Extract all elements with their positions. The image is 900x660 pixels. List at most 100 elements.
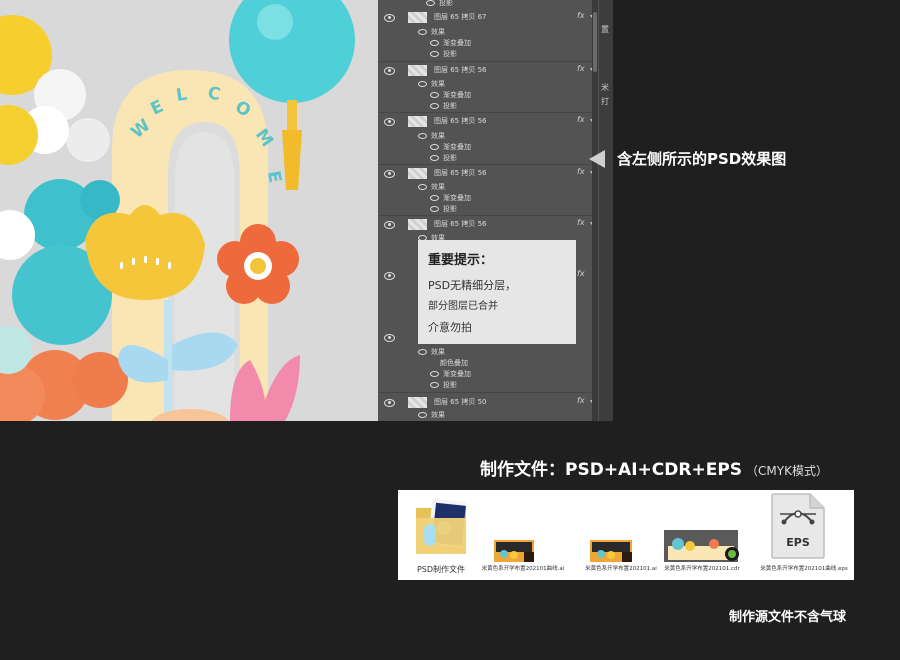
layer-thumbnail — [408, 65, 427, 76]
no-balloon-note: 制作源文件不含气球 — [729, 610, 847, 625]
visibility-icon[interactable] — [430, 144, 439, 150]
effect-row[interactable]: 效果 — [418, 131, 445, 142]
effect-row[interactable]: 颜色叠加 — [440, 358, 468, 369]
file-label: PSD制作文件 — [416, 565, 466, 574]
visibility-icon[interactable] — [430, 382, 439, 388]
effect-row[interactable]: 渐变叠加 — [430, 90, 471, 101]
eps-badge: EPS — [786, 536, 810, 549]
effect-label: 效果 — [431, 80, 445, 88]
side-strip-label: 置 — [601, 25, 609, 34]
visibility-icon[interactable] — [418, 412, 427, 418]
side-strip-label: 打 — [601, 97, 609, 106]
layer-name: 图层 65 拷贝 56 — [434, 169, 487, 177]
visibility-icon[interactable] — [384, 399, 395, 407]
divider — [378, 215, 598, 216]
effect-row[interactable]: 投影 — [430, 153, 457, 164]
visibility-icon[interactable] — [426, 0, 435, 6]
callout-text: 含左侧所示的PSD效果图 — [617, 150, 787, 168]
visibility-icon[interactable] — [430, 195, 439, 201]
effect-row[interactable]: 效果 — [418, 182, 445, 193]
layer-name: 图层 65 拷贝 56 — [434, 66, 487, 74]
files-strip: PSD制作文件 米黄色系开学布置202101曲线.ai 米黄色系开学布置2021… — [398, 490, 854, 580]
fx-icon[interactable]: fx — [577, 167, 585, 176]
layer-thumbnail — [408, 219, 427, 230]
visibility-icon[interactable] — [384, 221, 395, 229]
files-heading: 制作文件：PSD+AI+CDR+EPS （CMYK模式） — [480, 455, 828, 480]
file-item-ai-curves[interactable]: 米黄色系开学布置202101曲线.ai — [482, 490, 564, 580]
effect-row[interactable]: 效果 — [418, 27, 445, 38]
scrollbar-thumb[interactable] — [593, 12, 597, 72]
effect-label: 渐变叠加 — [443, 370, 471, 378]
file-item-psd[interactable]: PSD制作文件 — [406, 490, 476, 580]
effect-row[interactable]: 效果 — [418, 347, 445, 358]
notice-box: 重要提示： PSD无精细分层， 部分图层已合并 介意勿拍 — [418, 240, 576, 344]
fx-icon[interactable]: fx — [577, 396, 585, 405]
layers-panel: 投影 图层 65 拷贝 67 fx ▾ 效果 渐变叠加 投影 图层 65 拷贝 … — [378, 0, 613, 421]
layer-row[interactable]: 图层 65 拷贝 56 fx ▾ — [378, 114, 598, 130]
layer-name: 图层 65 拷贝 50 — [434, 398, 487, 406]
arrow-left-icon — [589, 150, 605, 168]
visibility-icon[interactable] — [384, 118, 395, 126]
visibility-icon[interactable] — [384, 14, 395, 22]
fx-icon[interactable]: fx — [577, 115, 585, 124]
cdr-file-icon — [664, 530, 739, 562]
effect-row[interactable]: 效果 — [418, 410, 445, 421]
effect-label: 渐变叠加 — [443, 194, 471, 202]
visibility-icon[interactable] — [430, 103, 439, 109]
effect-row[interactable]: 投影 — [430, 101, 457, 112]
fx-icon[interactable]: fx — [577, 269, 585, 278]
visibility-icon[interactable] — [418, 81, 427, 87]
layer-row[interactable]: 图层 65 拷贝 56 fx ▾ — [378, 166, 598, 182]
eps-file-icon — [771, 493, 825, 559]
layer-thumbnail — [408, 12, 427, 23]
visibility-icon[interactable] — [384, 272, 395, 280]
layer-row[interactable]: 图层 65 拷贝 56 fx ▾ — [378, 217, 598, 233]
effect-label: 效果 — [431, 348, 445, 356]
notice-line: 部分图层已合并 — [428, 301, 498, 312]
visibility-icon[interactable] — [384, 170, 395, 178]
layer-row[interactable]: 图层 65 拷贝 50 fx ▾ — [378, 395, 598, 411]
file-item-ai[interactable]: 米黄色系开学布置202101.ai — [585, 490, 657, 580]
layer-row[interactable]: 图层 65 拷贝 56 fx ▾ — [378, 63, 598, 79]
effect-label: 效果 — [431, 183, 445, 191]
visibility-icon[interactable] — [418, 349, 427, 355]
effect-row[interactable]: 渐变叠加 — [430, 369, 471, 380]
effect-label: 投影 — [443, 154, 457, 162]
file-item-eps[interactable]: EPS 米黄色系开学布置202101曲线.eps — [758, 490, 850, 580]
effect-label: 投影 — [439, 0, 453, 7]
effect-label: 渐变叠加 — [443, 143, 471, 151]
fx-icon[interactable]: fx — [577, 11, 585, 20]
visibility-icon[interactable] — [430, 92, 439, 98]
effect-row[interactable]: 投影 — [426, 0, 453, 9]
visibility-icon[interactable] — [384, 67, 395, 75]
effect-row[interactable]: 渐变叠加 — [430, 142, 471, 153]
visibility-icon[interactable] — [418, 184, 427, 190]
file-item-cdr[interactable]: 米黄色系开学布置202101.cdr — [664, 490, 744, 580]
effect-row[interactable]: 效果 — [418, 79, 445, 90]
effect-label: 投影 — [443, 381, 457, 389]
divider — [378, 392, 598, 393]
visibility-icon[interactable] — [418, 29, 427, 35]
effect-row[interactable]: 投影 — [430, 380, 457, 391]
visibility-icon[interactable] — [418, 133, 427, 139]
visibility-icon[interactable] — [430, 155, 439, 161]
fx-icon[interactable]: fx — [577, 64, 585, 73]
visibility-icon[interactable] — [430, 206, 439, 212]
layer-name: 图层 65 拷贝 56 — [434, 220, 487, 228]
effect-row[interactable]: 渐变叠加 — [430, 193, 471, 204]
effect-label: 渐变叠加 — [443, 39, 471, 47]
effect-row[interactable]: 投影 — [430, 49, 457, 60]
effect-row[interactable]: 投影 — [430, 204, 457, 215]
panel-scrollbar[interactable] — [592, 0, 598, 421]
effect-label: 效果 — [431, 28, 445, 36]
visibility-icon[interactable] — [430, 40, 439, 46]
effect-row[interactable]: 渐变叠加 — [430, 38, 471, 49]
fx-icon[interactable]: fx — [577, 218, 585, 227]
visibility-icon[interactable] — [384, 334, 395, 342]
visibility-icon[interactable] — [430, 51, 439, 57]
visibility-icon[interactable] — [430, 371, 439, 377]
layer-thumbnail — [408, 397, 427, 408]
layer-row[interactable]: 图层 65 拷贝 67 fx ▾ — [378, 10, 598, 26]
divider — [378, 112, 598, 113]
layer-name: 图层 65 拷贝 56 — [434, 117, 487, 125]
